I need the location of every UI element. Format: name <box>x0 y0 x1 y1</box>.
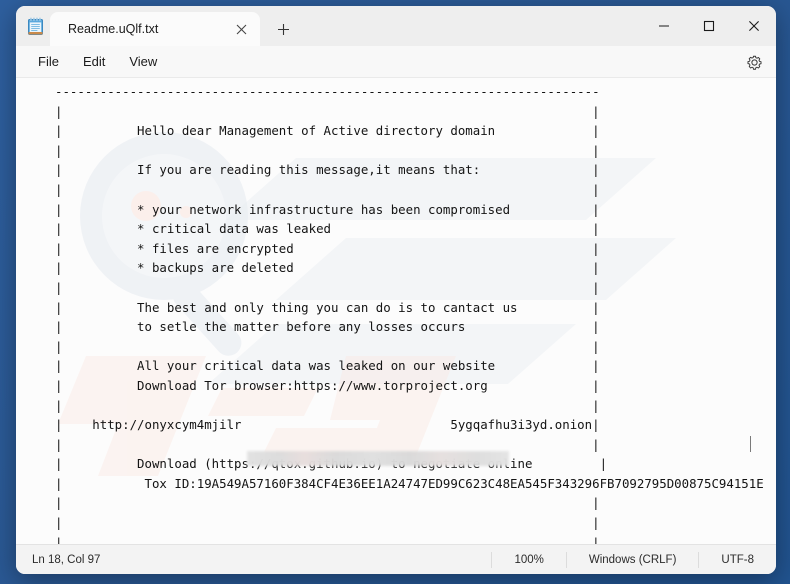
text-editor-area[interactable]: ----------------------------------------… <box>16 78 776 544</box>
close-icon[interactable] <box>731 6 776 46</box>
menu-item-view[interactable]: View <box>117 50 169 73</box>
minimize-icon[interactable] <box>641 6 686 46</box>
tab-strip: Readme.uQlf.txt <box>16 6 776 46</box>
close-tab-icon[interactable] <box>228 16 254 42</box>
zoom-level[interactable]: 100% <box>491 551 565 568</box>
new-tab-icon[interactable] <box>270 16 296 42</box>
line-ending[interactable]: Windows (CRLF) <box>565 551 699 568</box>
ransom-note-text: ----------------------------------------… <box>55 84 764 544</box>
maximize-icon[interactable] <box>686 6 731 46</box>
menu-bar: File Edit View <box>16 46 776 78</box>
menu-item-file[interactable]: File <box>26 50 71 73</box>
cursor-position: Ln 18, Col 97 <box>32 553 101 566</box>
gear-icon[interactable] <box>740 48 768 76</box>
window-controls <box>641 6 776 46</box>
tab-readme[interactable]: Readme.uQlf.txt <box>50 12 260 46</box>
notepad-window: Readme.uQlf.txt File Edit View ---------… <box>16 6 776 574</box>
menu-item-edit[interactable]: Edit <box>71 50 117 73</box>
status-bar: Ln 18, Col 97 100% Windows (CRLF) UTF-8 <box>16 544 776 574</box>
text-caret <box>750 436 751 452</box>
tab-title: Readme.uQlf.txt <box>68 22 159 36</box>
encoding[interactable]: UTF-8 <box>698 551 776 568</box>
notepad-icon <box>20 6 50 46</box>
redacted-onion-address <box>247 451 509 466</box>
